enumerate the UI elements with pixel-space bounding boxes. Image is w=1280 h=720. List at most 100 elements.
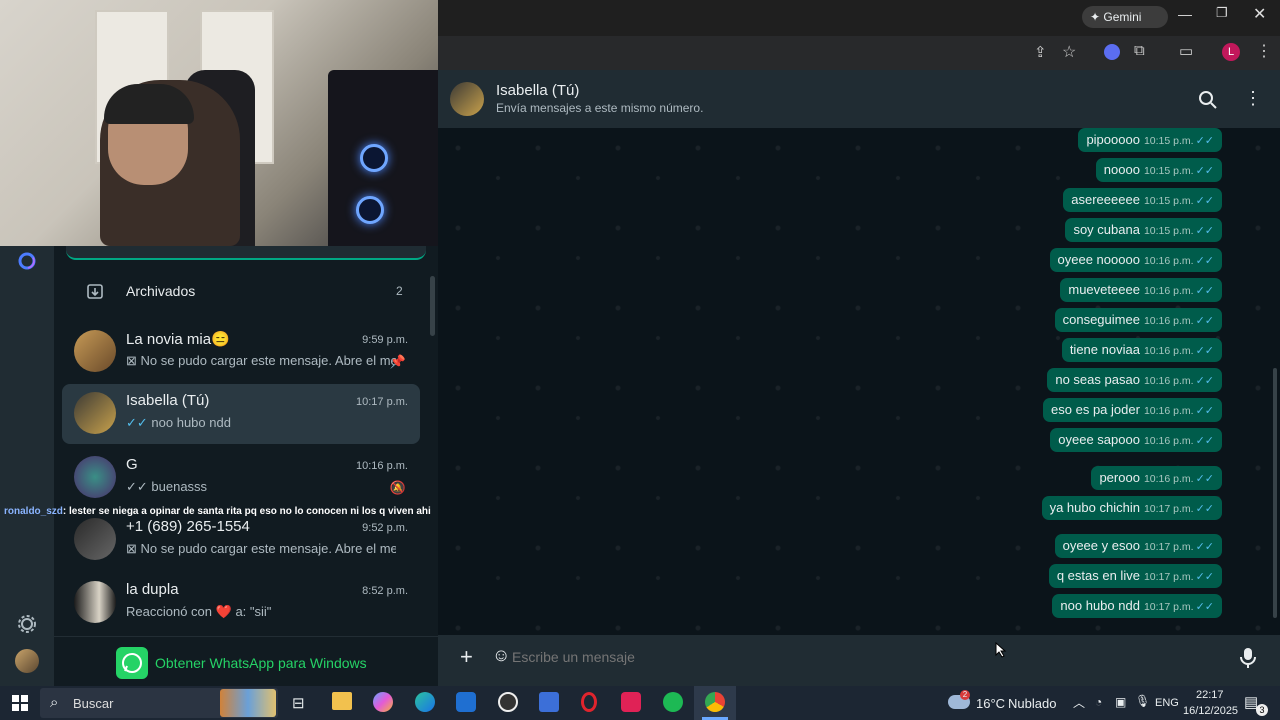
copilot-icon[interactable] — [373, 692, 393, 712]
restore-button[interactable]: ❐ — [1216, 5, 1228, 21]
contact-name[interactable]: Isabella (Tú) — [496, 82, 579, 99]
attach-plus-icon[interactable]: + — [460, 644, 473, 670]
contact-avatar[interactable] — [450, 82, 484, 116]
mic-tray-icon[interactable]: 🎙 — [1135, 694, 1150, 708]
spotify-icon[interactable] — [663, 692, 683, 712]
clock-date[interactable]: 16/12/2025 — [1183, 705, 1238, 717]
message-time: 10:17 p.m. — [1143, 571, 1194, 583]
profile-avatar-button[interactable]: L — [1222, 43, 1240, 61]
message-bubble[interactable]: noooo 10:15 p.m. ✓✓ — [1095, 158, 1222, 182]
address-bar[interactable]: ⇪ ☆ ⧉ ▭ L ⋮ — [438, 36, 1280, 70]
chat-row-la-novia-mia[interactable]: La novia mia😑 9:59 p.m. ⊠ No se pudo car… — [62, 322, 420, 382]
get-whatsapp-banner[interactable]: Obtener WhatsApp para Windows — [54, 636, 438, 687]
chat-name: G — [126, 456, 138, 473]
get-whatsapp-link[interactable]: Obtener WhatsApp para Windows — [155, 655, 367, 671]
stream-chat-overlay: ronaldo_szd: lester se niega a opinar de… — [4, 505, 434, 519]
message-bubble[interactable]: q estas en live 10:17 p.m. ✓✓ — [1048, 564, 1222, 588]
chat-menu-icon[interactable]: ⋮ — [1244, 88, 1262, 109]
chat-row-isabella[interactable]: Isabella (Tú) 10:17 p.m. ✓✓ noo hubo ndd — [62, 384, 420, 444]
avatar — [74, 330, 116, 372]
close-button[interactable]: ✕ — [1253, 4, 1266, 24]
taskbar-search-box[interactable]: ⌕ Buscar — [40, 688, 278, 718]
message-bubble[interactable]: ya hubo chichin 10:17 p.m. ✓✓ — [1041, 496, 1222, 520]
read-ticks-icon: ✓✓ — [1195, 405, 1214, 417]
read-ticks-icon: ✓✓ — [1195, 375, 1214, 387]
chat-list-scrollbar[interactable] — [430, 276, 435, 336]
muted-icon: 🔕 — [389, 480, 406, 495]
message-bubble[interactable]: no seas pasao 10:16 p.m. ✓✓ — [1047, 368, 1222, 392]
message-error-icon: ⊠ — [126, 353, 141, 368]
pc-case — [328, 70, 438, 246]
message-text: soy cubana — [1073, 222, 1140, 237]
search-area-bottom — [66, 246, 426, 260]
message-bubble[interactable]: perooo 10:16 p.m. ✓✓ — [1091, 466, 1222, 490]
pc-fan — [360, 144, 388, 172]
message-time: 10:15 p.m. — [1143, 165, 1194, 177]
message-error-icon: ⊠ — [126, 541, 141, 556]
weather-desc[interactable]: Nublado — [1008, 696, 1056, 711]
message-bubble[interactable]: oyeee sapooo 10:16 p.m. ✓✓ — [1050, 428, 1222, 452]
gemini-button[interactable]: ✦ Gemini — [1082, 6, 1168, 28]
message-input[interactable] — [510, 642, 1234, 672]
read-ticks-icon: ✓✓ — [1195, 473, 1214, 485]
clock-time[interactable]: 22:17 — [1196, 689, 1224, 701]
tray-chevron-icon[interactable]: ︿ — [1073, 694, 1085, 711]
taskbar-search-label: Buscar — [73, 696, 114, 711]
install-app-icon[interactable]: ⇪ — [1034, 43, 1047, 61]
message-scrollbar[interactable] — [1273, 368, 1277, 618]
microphone-icon[interactable] — [1238, 647, 1258, 669]
sidepanel-icon[interactable]: ▭ — [1179, 42, 1193, 60]
read-ticks-icon: ✓✓ — [1195, 503, 1214, 515]
settings-icon[interactable] — [17, 614, 37, 634]
outlook-icon[interactable] — [456, 692, 476, 712]
chrome-active-tab[interactable] — [694, 686, 736, 720]
tiktok-icon[interactable] — [621, 692, 641, 712]
opera-icon[interactable] — [581, 692, 597, 712]
message-bubble[interactable]: conseguimee 10:16 p.m. ✓✓ — [1054, 308, 1222, 332]
browser-menu-icon[interactable]: ⋮ — [1256, 41, 1272, 61]
edge-icon[interactable] — [415, 692, 435, 712]
archived-label[interactable]: Archivados — [126, 283, 195, 299]
bookmark-star-icon[interactable]: ☆ — [1062, 42, 1076, 62]
microsoft-store-icon[interactable] — [539, 692, 559, 712]
message-time: 10:17 p.m. — [1143, 503, 1194, 515]
search-icon: ⌕ — [50, 694, 59, 711]
profile-avatar[interactable] — [15, 649, 39, 673]
message-bubble[interactable]: noo hubo ndd 10:17 p.m. ✓✓ — [1052, 594, 1222, 618]
extension-icon[interactable] — [1104, 44, 1120, 60]
obs-icon[interactable] — [498, 692, 518, 712]
message-bubble[interactable]: tiene noviaa 10:16 p.m. ✓✓ — [1061, 338, 1222, 362]
weather-temp[interactable]: 16°C — [976, 696, 1005, 711]
gemini-label: Gemini — [1103, 10, 1142, 24]
emoji-sticker-icon[interactable]: ☺ — [492, 645, 510, 666]
message-bubble[interactable]: pipooooo 10:15 p.m. ✓✓ — [1078, 128, 1222, 152]
chat-row-g[interactable]: G 10:16 p.m. ✓✓ buenasss 🔕 — [62, 448, 420, 508]
search-icon[interactable] — [1198, 90, 1218, 110]
read-ticks-icon: ✓✓ — [1195, 541, 1214, 553]
read-ticks-icon: ✓✓ — [1195, 135, 1214, 147]
message-bubble[interactable]: muevete​eee 10:16 p.m. ✓✓ — [1060, 278, 1222, 302]
pc-fan — [356, 196, 384, 224]
chat-row-la-dupla[interactable]: la dupla 8:52 p.m. Reaccionó con ❤️ a: "… — [62, 573, 420, 633]
message-text: oyeee nooooo — [1057, 252, 1140, 267]
message-bubble[interactable]: eso es pa joder 10:16 p.m. ✓✓ — [1043, 398, 1222, 422]
chat-time: 8:52 p.m. — [362, 585, 408, 597]
chat-row-phone[interactable]: +1 (689) 265-1554 9:52 p.m. ⊠ No se pudo… — [62, 510, 420, 570]
search-highlight-image — [220, 689, 276, 717]
network-icon[interactable]: ◔ — [1095, 695, 1102, 709]
message-bubble[interactable]: asereeeeee 10:15 p.m. ✓✓ — [1063, 188, 1222, 212]
minimize-button[interactable]: — — [1178, 6, 1192, 22]
message-bubble[interactable]: soy cubana 10:15 p.m. ✓✓ — [1065, 218, 1222, 242]
extensions-puzzle-icon[interactable]: ⧉ — [1134, 42, 1145, 59]
task-view-icon[interactable]: ⊟ — [292, 694, 305, 712]
read-ticks-icon: ✓✓ — [1195, 435, 1214, 447]
windows-start-icon[interactable] — [12, 695, 28, 711]
message-bubble[interactable]: oyeee y esoo 10:17 p.m. ✓✓ — [1054, 534, 1222, 558]
avatar — [74, 392, 116, 434]
tray-app-icon[interactable]: ▣ — [1115, 695, 1126, 709]
chat-name: la dupla — [126, 581, 179, 598]
meta-ai-icon[interactable] — [17, 251, 37, 271]
message-bubble[interactable]: oyeee nooooo 10:16 p.m. ✓✓ — [1049, 248, 1222, 272]
file-explorer-icon[interactable] — [332, 692, 352, 710]
language-indicator[interactable]: ENG — [1155, 697, 1179, 709]
